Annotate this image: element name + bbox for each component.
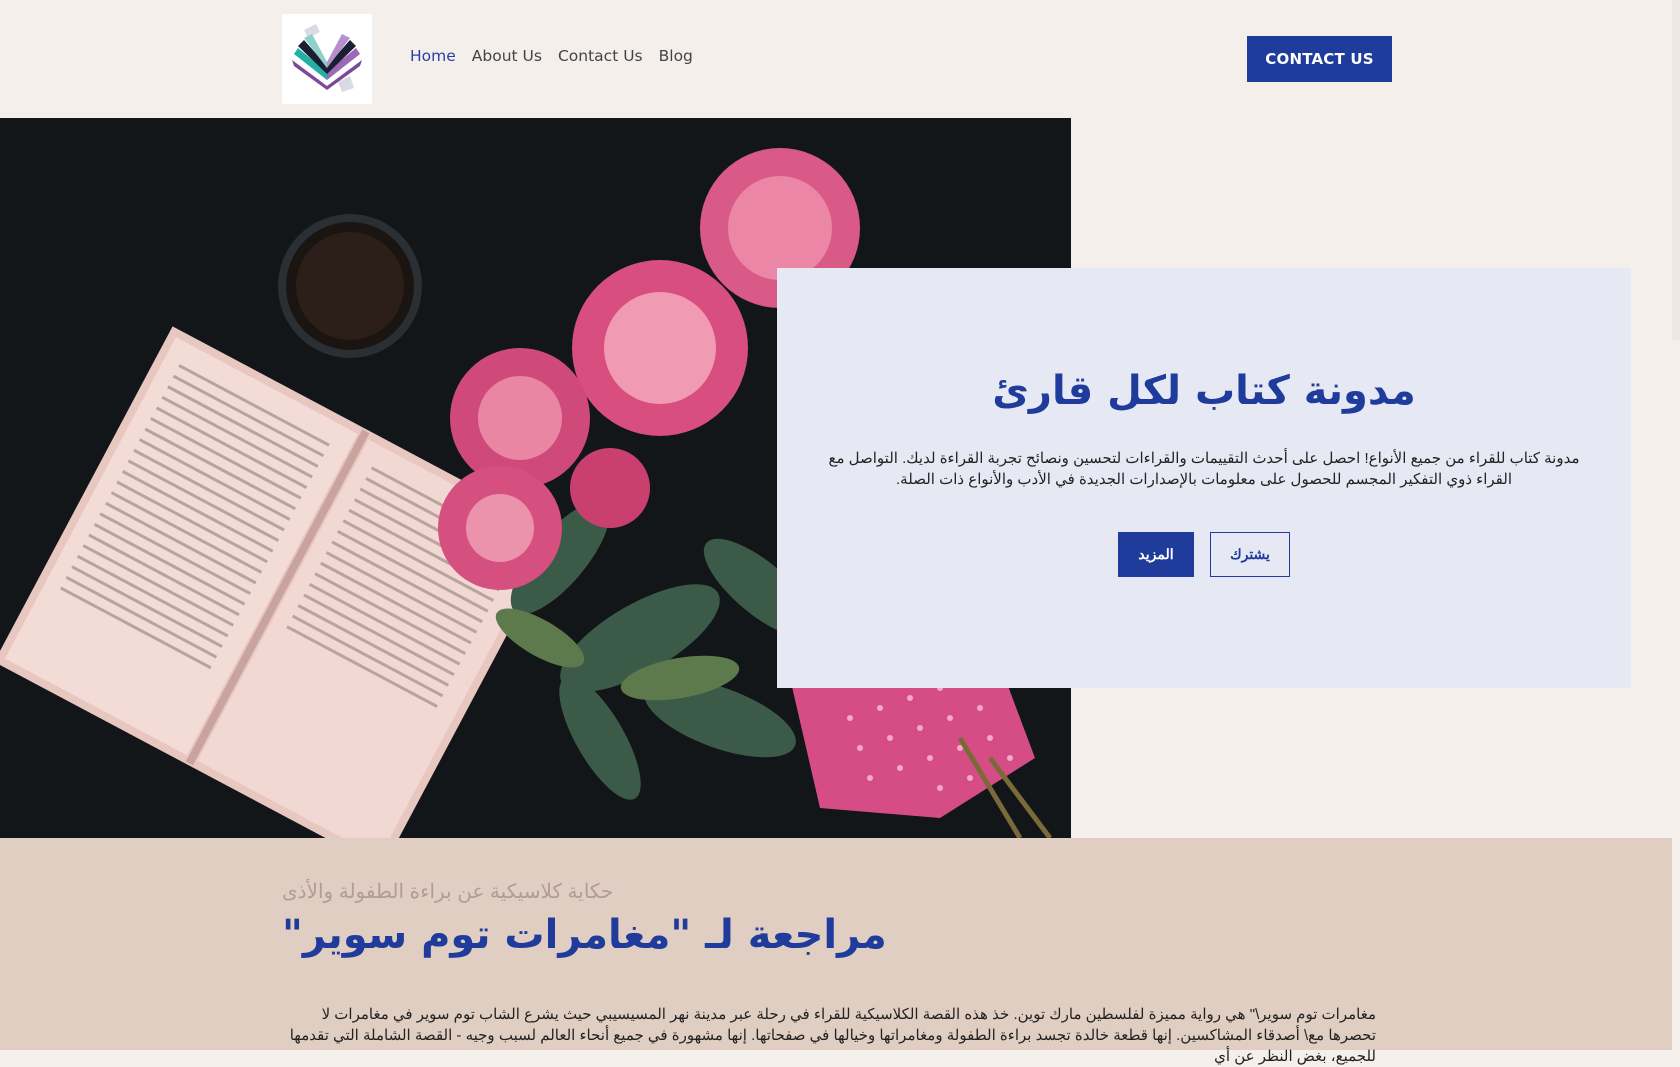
article-excerpt: مغامرات توم سوير\" هي رواية مميزة لفلسطي…	[289, 1006, 1376, 1065]
open-book-logo-icon	[286, 18, 368, 100]
article-title[interactable]: مراجعة لـ "مغامرات توم سوير"	[282, 912, 887, 958]
subscribe-button[interactable]: يشترك	[1210, 532, 1290, 577]
more-button[interactable]: المزيد	[1118, 532, 1194, 577]
hero-buttons: يشترك المزيد	[777, 532, 1631, 577]
nav-blog-link[interactable]: Blog	[659, 47, 693, 65]
site-logo[interactable]	[282, 14, 372, 104]
nav-home-link[interactable]: Home	[410, 47, 456, 65]
main-nav: Home About Us Contact Us Blog	[410, 47, 693, 65]
nav-about-link[interactable]: About Us	[472, 47, 542, 65]
hero-title: مدونة كتاب لكل قارئ	[992, 368, 1416, 414]
contact-us-button[interactable]: CONTACT US	[1247, 36, 1392, 82]
hero-description: مدونة كتاب للقراء من جميع الأنواع! احصل …	[828, 450, 1580, 488]
featured-article: حكاية كلاسيكية عن براءة الطفولة والأذى م…	[0, 838, 1672, 1065]
article-kicker: حكاية كلاسيكية عن براءة الطفولة والأذى	[282, 881, 614, 903]
nav-contact-link[interactable]: Contact Us	[558, 47, 643, 65]
right-edge-strip	[1672, 0, 1680, 340]
site-header: Home About Us Contact Us Blog CONTACT US	[0, 0, 1680, 118]
hero-card: مدونة كتاب لكل قارئ مدونة كتاب للقراء من…	[777, 268, 1631, 688]
